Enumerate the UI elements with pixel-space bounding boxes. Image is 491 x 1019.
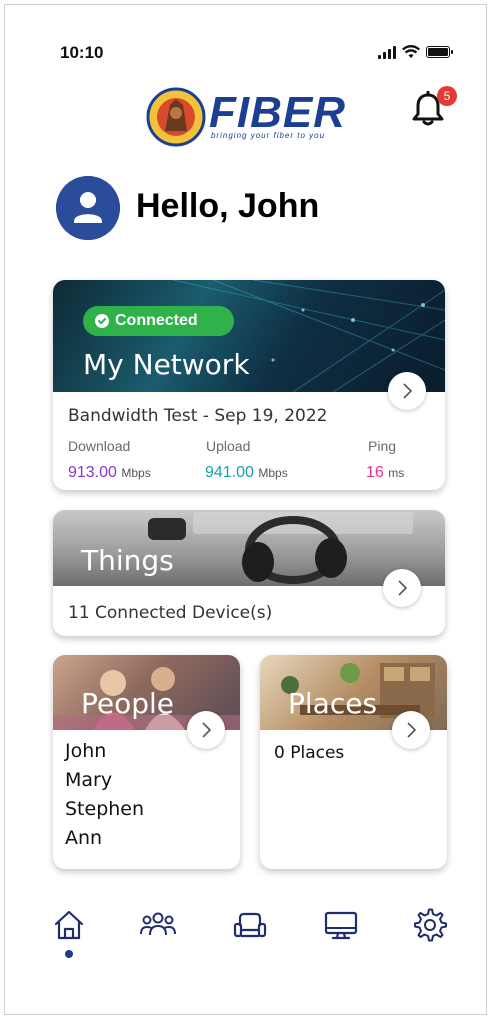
things-card[interactable]: Things 11 Connected Device(s) [53, 510, 445, 636]
people-icon [140, 912, 176, 936]
download-unit: Mbps [121, 466, 151, 480]
connected-devices-count: 11 Connected Device(s) [68, 603, 273, 623]
brand-logo: FIBER bringing your fiber to you [145, 87, 357, 147]
download-label: Download [68, 438, 131, 454]
battery-icon [426, 46, 453, 58]
brand-wordmark: FIBER [209, 88, 346, 137]
upload-label: Upload [206, 438, 251, 454]
greeting-text: Hello, John [136, 187, 320, 225]
tab-people[interactable] [138, 905, 178, 945]
tab-home[interactable] [49, 905, 89, 945]
bottom-tab-bar [5, 905, 486, 965]
ping-unit: ms [388, 466, 405, 480]
tab-settings[interactable] [410, 905, 450, 945]
ping-label: Ping [368, 438, 397, 454]
phone-screen: 10:10 FIBER bringing your fiber to you 5… [4, 4, 487, 1015]
places-count: 0 Places [274, 743, 345, 763]
status-icons [378, 45, 453, 59]
bandwidth-test-title: Bandwidth Test - Sep 19, 2022 [68, 406, 328, 426]
connection-status-badge: Connected [83, 306, 234, 336]
things-card-title: Things [81, 544, 174, 577]
tab-places[interactable] [230, 905, 270, 945]
things-card-open-button[interactable] [383, 569, 421, 607]
ping-value-group: 16 ms [366, 464, 404, 482]
chevron-right-icon [202, 722, 212, 738]
sofa-icon [233, 912, 267, 938]
network-card-title: My Network [83, 348, 250, 381]
status-bar: 10:10 [5, 43, 486, 71]
ping-value: 16 [366, 464, 384, 481]
people-card-open-button[interactable] [187, 711, 225, 749]
person-name[interactable]: Stephen [65, 795, 144, 824]
people-card[interactable]: People John Mary Stephen Ann [53, 655, 240, 869]
person-name[interactable]: John [65, 737, 144, 766]
tab-devices[interactable] [321, 905, 361, 945]
notification-badge: 5 [437, 86, 457, 106]
network-card-open-button[interactable] [388, 372, 426, 410]
monitor-icon [324, 911, 358, 940]
check-circle-icon [95, 314, 109, 328]
brand-tagline: bringing your fiber to you [211, 131, 326, 140]
places-card-open-button[interactable] [392, 711, 430, 749]
places-card[interactable]: Places 0 Places [260, 655, 447, 869]
brand-emblem [146, 87, 206, 147]
wifi-icon [402, 45, 420, 58]
user-avatar-icon[interactable] [56, 176, 120, 240]
chevron-right-icon [407, 722, 417, 738]
status-time: 10:10 [60, 43, 104, 62]
my-network-card[interactable]: Connected My Network Bandwidth Test - Se… [53, 280, 445, 490]
connection-status-label: Connected [115, 312, 198, 329]
places-card-title: Places [288, 687, 378, 720]
gear-icon [414, 908, 447, 942]
download-value-group: 913.00 Mbps [68, 464, 151, 482]
chevron-right-icon [398, 580, 408, 596]
download-value: 913.00 [68, 464, 117, 481]
upload-value-group: 941.00 Mbps [205, 464, 288, 482]
person-name[interactable]: Mary [65, 766, 144, 795]
upload-value: 941.00 [205, 464, 254, 481]
person-name[interactable]: Ann [65, 824, 144, 853]
upload-unit: Mbps [258, 466, 288, 480]
signal-icon [378, 45, 396, 59]
people-list: John Mary Stephen Ann [65, 737, 144, 853]
active-tab-indicator [65, 950, 73, 958]
people-card-title: People [81, 687, 175, 720]
home-icon [54, 910, 84, 940]
chevron-right-icon [403, 383, 413, 399]
